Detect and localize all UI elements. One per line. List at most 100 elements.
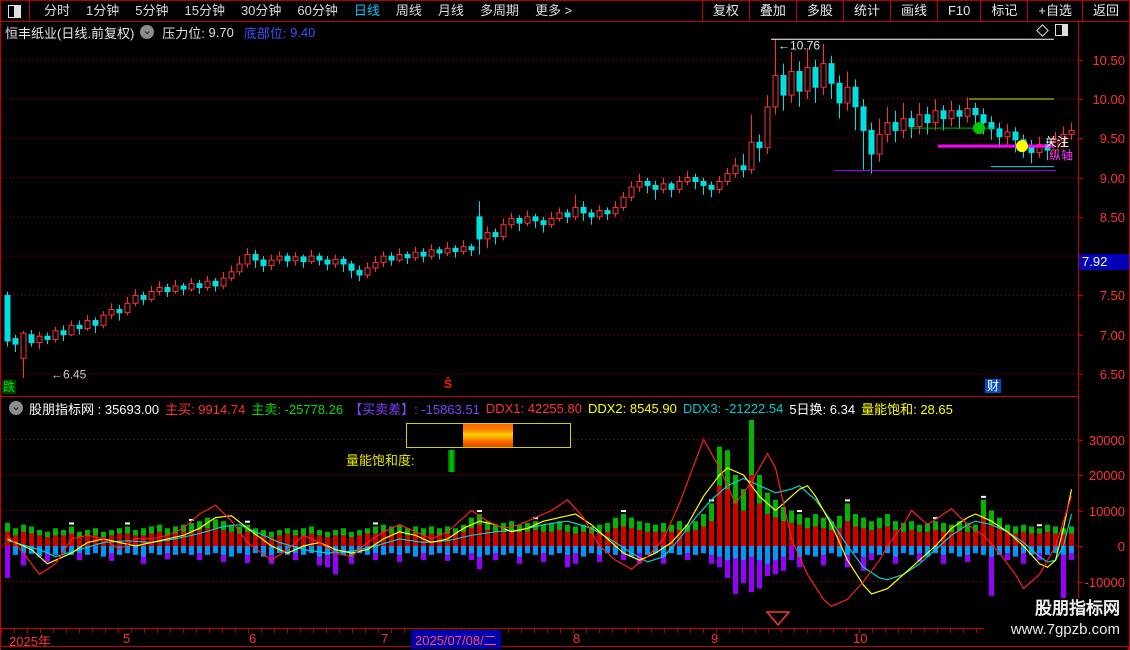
menu-item-tool-8[interactable]: 返回 bbox=[1081, 1, 1129, 21]
sell-signal-marker: Ŝ bbox=[444, 377, 453, 391]
menu-item-period-6[interactable]: 日线 bbox=[346, 1, 388, 21]
menu-item-period-10[interactable]: 更多 > bbox=[527, 1, 580, 21]
price-tick-label-6: 7.00 bbox=[1099, 327, 1125, 343]
price-tick-label-5: 7.50 bbox=[1099, 288, 1125, 304]
current-price-tag: 7.92 bbox=[1079, 254, 1129, 271]
value-tick-label-1: 20000 bbox=[1088, 468, 1125, 483]
value-tick-mark bbox=[1079, 546, 1083, 547]
indicator-value-5: DDX2: 8545.90 bbox=[587, 400, 677, 416]
menu-item-period-3[interactable]: 15分钟 bbox=[176, 1, 232, 21]
axis-marker-triangle-icon bbox=[765, 611, 791, 627]
energy-saturation-gauge bbox=[406, 423, 571, 448]
menu-item-period-4[interactable]: 30分钟 bbox=[233, 1, 289, 21]
gauge-label: 量能饱和度: bbox=[346, 453, 415, 468]
window-bottom-border bbox=[1, 646, 1129, 647]
bottom-value: 9.40 bbox=[290, 24, 316, 40]
gauge-pointer bbox=[448, 450, 455, 472]
indicator-value-2: 主卖: -25778.26 bbox=[251, 401, 344, 417]
menu-item-tool-2[interactable]: 多股 bbox=[795, 1, 843, 21]
date-label-5: 8 bbox=[573, 631, 581, 646]
indicator-chart[interactable] bbox=[1, 420, 1078, 627]
collapse-chevron-icon[interactable]: ⌄ bbox=[140, 25, 155, 39]
value-tick-mark bbox=[1079, 510, 1083, 512]
pane-separator bbox=[1, 396, 1078, 397]
price-tick-mark bbox=[1079, 59, 1083, 61]
menu-item-period-9[interactable]: 多周期 bbox=[472, 1, 527, 21]
tools-menu: 复权 叠加 多股 统计 画线 F10 标记 +自选 返回 bbox=[701, 1, 1129, 21]
menu-item-period-8[interactable]: 月线 bbox=[430, 1, 472, 21]
menu-item-tool-7[interactable]: +自选 bbox=[1027, 1, 1082, 21]
price-tick-label-3: 9.00 bbox=[1099, 170, 1125, 186]
finance-badge: 财 bbox=[985, 379, 1002, 393]
menu-item-period-0[interactable]: 分时 bbox=[36, 1, 78, 21]
diamond-icon[interactable] bbox=[1036, 24, 1049, 37]
date-label-3: 7 bbox=[381, 631, 389, 646]
period-menu: 分时 1分钟 5分钟 15分钟 30分钟 60分钟 日线 周线 月线 多周期 更多 > bbox=[1, 0, 580, 22]
gauge-fill bbox=[463, 424, 513, 447]
menu-item-tool-3[interactable]: 统计 bbox=[842, 1, 890, 21]
price-tick-mark bbox=[1079, 295, 1083, 297]
price-tick-label-4: 8.50 bbox=[1099, 209, 1125, 225]
svg-text:←6.45: ←6.45 bbox=[51, 368, 87, 382]
date-label-7: 10 bbox=[853, 631, 868, 646]
date-label-2: 6 bbox=[249, 631, 257, 646]
value-tick-label-0: 30000 bbox=[1088, 432, 1125, 448]
menu-item-period-2[interactable]: 5分钟 bbox=[127, 1, 176, 21]
pressure-value: 9.70 bbox=[208, 24, 234, 40]
collapse-chevron-icon[interactable]: ⌄ bbox=[9, 401, 23, 415]
window-split-icon[interactable] bbox=[1055, 24, 1068, 36]
price-tick-mark bbox=[1079, 99, 1083, 100]
indicator-value-1: 主买: 9914.74 bbox=[165, 401, 246, 417]
price-tick-label-1: 10.00 bbox=[1092, 92, 1125, 107]
value-tick-mark bbox=[1079, 581, 1083, 583]
svg-text:关注: 关注 bbox=[1045, 134, 1069, 149]
right-axis: 7.92 10.50 10.00 9.50 9.00 8.50 7.50 7.00 6.50 3… bbox=[1078, 22, 1129, 646]
price-tick-mark bbox=[1079, 138, 1083, 140]
main-candlestick-chart[interactable]: ←10.76 ←6.45 关注纵轴 bbox=[1, 22, 1078, 396]
top-menu-bar: 分时 1分钟 5分钟 15分钟 30分钟 60分钟 日线 周线 月线 多周期 更多 > 复权 叠加 多股… bbox=[1, 0, 1129, 22]
value-tick-label-3: 0 bbox=[1117, 539, 1125, 554]
price-tick-label-2: 9.50 bbox=[1099, 131, 1125, 147]
svg-text:纵轴: 纵轴 bbox=[1049, 147, 1073, 162]
watermark-site-name: 股朋指标网 bbox=[1035, 599, 1120, 618]
bottom-label: 底部位: bbox=[243, 25, 287, 41]
pane-controls bbox=[1036, 24, 1068, 37]
watermark: 股朋指标网 www.7gpzb.com bbox=[984, 598, 1126, 646]
price-tick-mark bbox=[1079, 216, 1083, 218]
chart-header: 恒丰纸业(日线.前复权) ⌄ 压力位: 9.70 底部位: 9.40 bbox=[5, 24, 316, 41]
menu-item-tool-5[interactable]: F10 bbox=[936, 1, 980, 21]
pressure-label: 压力位: bbox=[162, 25, 205, 41]
price-tick-mark bbox=[1079, 373, 1083, 375]
menu-item-period-1[interactable]: 1分钟 bbox=[78, 1, 127, 21]
menu-item-tool-0[interactable]: 复权 bbox=[701, 1, 749, 21]
value-tick-label-2: 10000 bbox=[1088, 503, 1125, 519]
menu-item-tool-6[interactable]: 标记 bbox=[980, 1, 1027, 21]
date-label-0: 2025年 bbox=[9, 634, 51, 649]
indicator-value-0: 股朋指标网 : 35693.00 bbox=[29, 401, 160, 417]
indicator-value-7: 5日换: 6.34 bbox=[789, 401, 856, 417]
price-tick-label-7: 6.50 bbox=[1099, 366, 1125, 382]
date-label-1: 5 bbox=[123, 631, 131, 646]
svg-text:←10.76: ←10.76 bbox=[778, 39, 820, 53]
watermark-url: www.7gpzb.com bbox=[1010, 621, 1120, 638]
selected-date-label: 2025/07/08/二 bbox=[411, 630, 501, 649]
value-tick-mark bbox=[1079, 475, 1083, 476]
menu-item-tool-1[interactable]: 叠加 bbox=[748, 1, 796, 21]
indicator-value-3: 【买卖差】: -15863.51 bbox=[349, 401, 480, 417]
indicator-value-4: DDX1: 42255.80 bbox=[485, 400, 582, 416]
date-axis[interactable]: 2025年 5 6 7 2025/07/08/二 8 9 10 bbox=[1, 628, 1078, 649]
price-tick-mark bbox=[1079, 177, 1083, 179]
menu-divider bbox=[29, 0, 30, 22]
menu-item-period-7[interactable]: 周线 bbox=[388, 1, 430, 21]
fall-badge: 跌 bbox=[2, 380, 17, 394]
menu-item-tool-4[interactable]: 画线 bbox=[889, 1, 937, 21]
indicator-value-6: DDX3: -21222.54 bbox=[682, 400, 784, 416]
symbol-title: 恒丰纸业(日线.前复权) bbox=[5, 25, 135, 41]
menu-item-period-5[interactable]: 60分钟 bbox=[289, 1, 345, 21]
indicator-value-8: 量能饱和: 28.65 bbox=[861, 401, 953, 417]
price-tick-mark bbox=[1079, 334, 1083, 336]
layout-split-icon[interactable] bbox=[8, 4, 21, 18]
value-tick-mark bbox=[1079, 439, 1083, 441]
trading-app-window: 分时 1分钟 5分钟 15分钟 30分钟 60分钟 日线 周线 月线 多周期 更多 > 复权 叠加 多股… bbox=[0, 0, 1130, 650]
value-tick-label-4: -10000 bbox=[1084, 574, 1125, 590]
